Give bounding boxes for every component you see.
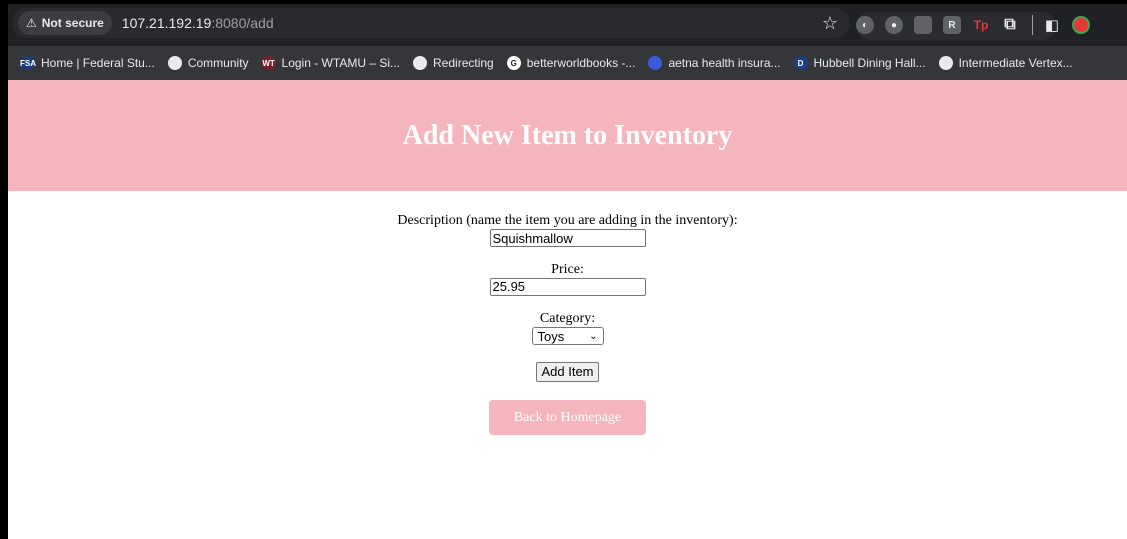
window-edge bbox=[0, 0, 8, 539]
bookmark-label: Intermediate Vertex... bbox=[958, 56, 1073, 70]
price-label: Price: bbox=[551, 261, 584, 277]
globe-icon bbox=[413, 56, 428, 70]
toolbar: ⚠ Not secure 107.21.192.19:8080/add ☆ ◐ … bbox=[8, 4, 1127, 46]
tp-extension-icon[interactable]: Tp bbox=[972, 16, 990, 34]
bookmark-item[interactable]: aetna health insura... bbox=[648, 56, 781, 70]
extension-icon-3[interactable] bbox=[914, 16, 932, 34]
warning-icon: ⚠ bbox=[26, 16, 37, 30]
security-chip[interactable]: ⚠ Not secure bbox=[18, 11, 112, 35]
url-host: 107.21.192.19 bbox=[121, 15, 212, 31]
globe-icon bbox=[938, 56, 953, 70]
page-title: Add New Item to Inventory bbox=[402, 119, 733, 151]
toolbar-divider bbox=[1032, 15, 1033, 35]
bookmark-item[interactable]: Redirecting bbox=[413, 56, 494, 70]
bookmarks-bar: FSA Home | Federal Stu... Community WT Login… bbox=[8, 46, 1127, 80]
bookmark-label: Home | Federal Stu... bbox=[41, 56, 155, 70]
fsa-icon: FSA bbox=[20, 56, 36, 70]
puzzle-extensions-icon[interactable]: ⧉ bbox=[1001, 16, 1019, 34]
back-to-homepage-button[interactable]: Back to Homepage bbox=[489, 399, 646, 435]
category-selected: Toys bbox=[537, 328, 565, 344]
bookmark-label: Login - WTAMU – Si... bbox=[281, 56, 401, 70]
d-logo-icon: D bbox=[793, 56, 808, 70]
security-label: Not secure bbox=[41, 16, 104, 30]
bookmark-label: Hubbell Dining Hall... bbox=[813, 56, 926, 70]
bookmark-label: betterworldbooks -... bbox=[526, 56, 636, 70]
url-path: :8080/add bbox=[211, 15, 274, 31]
bookmark-star-icon[interactable]: ☆ bbox=[822, 13, 838, 34]
bookmark-label: Community bbox=[187, 56, 249, 70]
bookmark-item[interactable]: FSA Home | Federal Stu... bbox=[20, 56, 155, 70]
category-label: Category: bbox=[539, 311, 596, 326]
add-item-form: Description (name the item you are addin… bbox=[8, 191, 1127, 539]
bookmark-label: Redirecting bbox=[433, 56, 494, 70]
description-label: Description (name the item you are addin… bbox=[397, 213, 738, 228]
description-input[interactable] bbox=[489, 229, 646, 247]
bookmark-item[interactable]: D Hubbell Dining Hall... bbox=[793, 56, 926, 70]
profile-avatar-icon[interactable] bbox=[1072, 16, 1090, 34]
extensions-area: ◐ ● R Tp ⧉ ◧ bbox=[856, 10, 1101, 40]
side-panel-icon[interactable]: ◧ bbox=[1043, 16, 1061, 34]
add-item-button[interactable]: Add Item bbox=[536, 361, 599, 382]
bookmark-item[interactable]: WT Login - WTAMU – Si... bbox=[261, 56, 401, 70]
address-bar[interactable]: ⚠ Not secure 107.21.192.19:8080/add ☆ bbox=[12, 8, 850, 38]
chevron-down-icon: ⌄ bbox=[589, 330, 598, 342]
wt-icon: WT bbox=[261, 56, 276, 70]
extension-icon-4[interactable]: R bbox=[943, 16, 961, 34]
bookmark-item[interactable]: Community bbox=[167, 56, 249, 70]
category-select[interactable]: Toys ⌄ bbox=[531, 327, 604, 345]
bookmark-label: aetna health insura... bbox=[668, 56, 781, 70]
bookmark-item[interactable]: Intermediate Vertex... bbox=[938, 56, 1073, 70]
google-icon: G bbox=[506, 56, 521, 70]
bookmark-item[interactable]: Gbetterworldbooks -... bbox=[506, 56, 636, 70]
price-input[interactable] bbox=[489, 277, 646, 296]
url-text[interactable]: 107.21.192.19:8080/add bbox=[122, 15, 274, 31]
globe-icon bbox=[167, 56, 182, 70]
page-header: Add New Item to Inventory bbox=[8, 80, 1127, 191]
extension-icon-2[interactable]: ● bbox=[885, 16, 903, 34]
aetna-icon bbox=[648, 56, 663, 70]
extension-icon-1[interactable]: ◐ bbox=[856, 16, 874, 34]
